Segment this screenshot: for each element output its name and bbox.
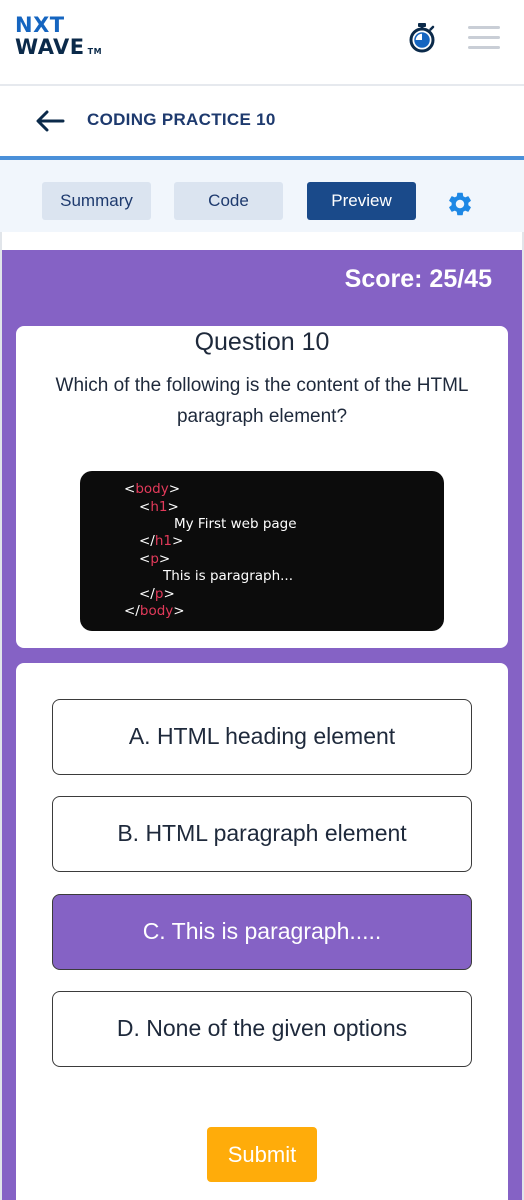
bottom-strip [16, 1194, 508, 1200]
app-header: NXT WAVE TM [0, 0, 524, 86]
question-text: Which of the following is the content of… [55, 375, 469, 427]
code-line: My First web page [174, 516, 297, 532]
hamburger-menu-icon[interactable] [468, 26, 500, 50]
tab-bar: Summary Code Preview [0, 160, 524, 232]
code-line: </body> [124, 603, 185, 619]
code-line: <p> [139, 551, 171, 567]
tab-summary[interactable]: Summary [42, 182, 151, 220]
tab-code[interactable]: Code [174, 182, 283, 220]
question-title: Question 10 [194, 328, 330, 356]
title-bar: CODING PRACTICE 10 [0, 86, 524, 156]
logo-line1: NXT [15, 13, 65, 37]
nxtwave-logo[interactable]: NXT WAVE TM [15, 14, 102, 63]
option-d[interactable]: D. None of the given options [52, 991, 472, 1067]
arrow-left-icon[interactable] [34, 109, 66, 133]
logo-wave: WAVE [15, 35, 85, 59]
code-line: </p> [139, 586, 175, 602]
code-line: </h1> [139, 533, 184, 549]
option-b[interactable]: B. HTML paragraph element [52, 796, 472, 872]
options-card: A. HTML heading element B. HTML paragrap… [16, 663, 508, 1200]
page-title: CODING PRACTICE 10 [87, 110, 276, 129]
option-c-selected[interactable]: C. This is paragraph..... [52, 894, 472, 970]
code-snippet: <body> <h1> My First web page </h1> <p> … [80, 471, 444, 631]
gear-icon[interactable] [446, 190, 474, 218]
code-line: This is paragraph... [163, 568, 294, 584]
submit-button[interactable]: Submit [207, 1127, 317, 1182]
option-a[interactable]: A. HTML heading element [52, 699, 472, 775]
score-display: Score: 25/45 [344, 265, 492, 293]
logo-line2: WAVE TM [15, 36, 102, 63]
code-line: <h1> [139, 499, 179, 515]
logo-trademark: TM [87, 47, 103, 56]
question-card: Question 10 Which of the following is th… [16, 326, 508, 648]
tab-preview[interactable]: Preview [307, 182, 416, 220]
code-line: <body> [124, 481, 181, 497]
timer-icon[interactable] [406, 22, 438, 54]
